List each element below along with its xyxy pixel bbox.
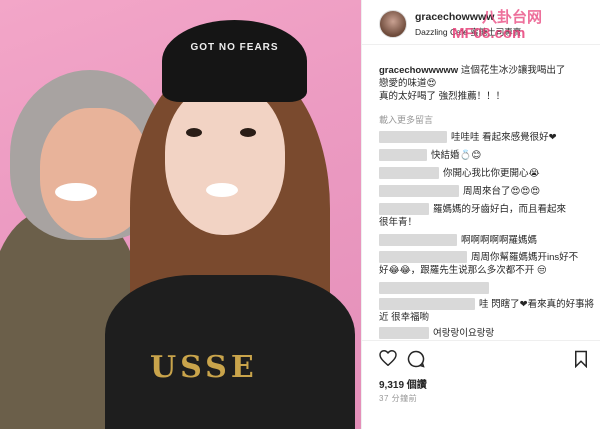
comment-icon[interactable] (407, 350, 425, 373)
watermark: 八卦台网 (482, 8, 543, 26)
cap-text: GOT NO FEARS (190, 42, 279, 53)
watermark-url: MF08.com (452, 25, 526, 42)
likes-count[interactable]: 9,319 個讚 (379, 376, 427, 391)
comment: 啊啊啊啊啊羅媽媽 (379, 234, 594, 247)
blurred-username (379, 167, 439, 180)
blurred-username (379, 185, 459, 198)
right-eye (240, 128, 256, 137)
caption-text-3: 真的太好喝了 強烈推薦！！！ (379, 91, 506, 102)
comment-text: 好😂😂，跟羅先生说那么多次都不开 😒 (379, 265, 547, 276)
blurred-username (379, 203, 429, 216)
post-actions (362, 340, 600, 377)
comment-text: 周周來台了😍😍😍 (463, 186, 541, 197)
blurred-comment-row (379, 282, 594, 295)
caption-username[interactable]: gracechowwwww (379, 65, 458, 76)
left-eye (186, 128, 202, 137)
post-photo[interactable]: GOT NO FEARS USSE (0, 0, 361, 429)
post-sidebar: gracechowwww Dazzling Cafe 蜜糖土司專賣 八卦台网 M… (361, 0, 600, 429)
comment: 哇 閃瞎了❤看來真的好事將 (379, 298, 594, 311)
heart-icon[interactable] (379, 349, 397, 371)
left-person-mouth (55, 183, 97, 201)
comment-text: 很年青！ (379, 217, 418, 228)
comment: 周周來台了😍😍😍 (379, 185, 594, 198)
comment-text: 啊啊啊啊啊羅媽媽 (461, 235, 538, 246)
right-person-mouth (206, 183, 238, 197)
instagram-post: GOT NO FEARS USSE gracechowwww Dazzling … (0, 0, 600, 429)
caption-text-2: 戀愛的味道😍 (379, 78, 437, 89)
caption-text-1: 這個花生冰沙讓我喝出了 (460, 65, 566, 76)
load-more-comments[interactable]: 載入更多留言 (379, 113, 433, 126)
right-person-face (165, 85, 285, 235)
blurred-username (379, 149, 427, 162)
comment-text: 快結婚💍😊 (431, 150, 482, 161)
comment-continuation: 很年青！ (379, 216, 594, 229)
comment: 快結婚💍😊 (379, 149, 594, 162)
post-header: gracechowwww Dazzling Cafe 蜜糖土司專賣 八卦台网 M… (362, 0, 600, 45)
blurred-username (379, 251, 467, 264)
comment-text: 你開心我比你更開心😭 (443, 168, 540, 179)
blurred-username (379, 131, 447, 144)
comment-text: 周周你幫羅媽媽开ins好不 (471, 252, 579, 263)
blurred-username (379, 298, 475, 311)
blurred-username (379, 327, 429, 340)
cap: GOT NO FEARS (162, 20, 307, 102)
avatar[interactable] (379, 10, 407, 38)
post-caption: gracechowwwww 這個花生冰沙讓我喝出了 戀愛的味道😍 真的太好喝了 … (379, 64, 589, 103)
comment-continuation: 好😂😂，跟羅先生说那么多次都不开 😒 (379, 264, 594, 277)
post-timestamp[interactable]: 37 分鐘前 (379, 393, 417, 404)
comment: 여랑랑이요랑랑 (379, 327, 594, 340)
comment: 羅媽媽的牙齒好白，而且看起來 (379, 203, 594, 216)
blurred-username (379, 282, 489, 295)
comment: 哇哇哇 看起來感覺很好❤ (379, 131, 594, 144)
comment-text: 여랑랑이요랑랑 (433, 328, 495, 339)
comment-text: 近 很幸福喲 (379, 312, 430, 323)
comment-continuation: 近 很幸福喲 (379, 311, 594, 324)
comment: 你開心我比你更開心😭 (379, 167, 594, 180)
bookmark-icon[interactable] (574, 350, 588, 373)
shirt-text: USSE (150, 350, 258, 385)
blurred-username (379, 234, 457, 247)
comment-text: 哇 閃瞎了❤看來真的好事將 (479, 299, 595, 310)
comment-text: 哇哇哇 看起來感覺很好❤ (451, 132, 557, 143)
comment: 周周你幫羅媽媽开ins好不 (379, 251, 594, 264)
comment-text: 羅媽媽的牙齒好白，而且看起來 (433, 204, 567, 215)
